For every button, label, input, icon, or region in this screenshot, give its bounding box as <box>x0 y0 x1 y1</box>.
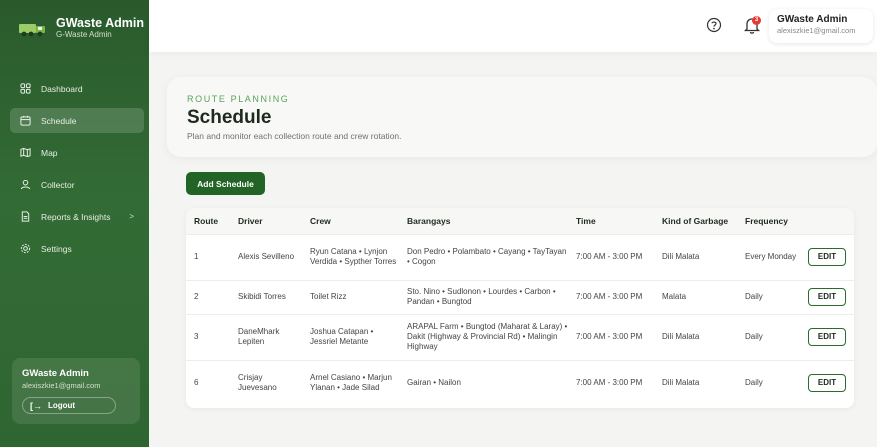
brand-title: GWaste Admin <box>56 16 144 30</box>
cell-garbage: Dili Malata <box>654 359 737 406</box>
sidebar-item-schedule[interactable]: Schedule <box>10 108 144 133</box>
sidebar-item-label: Dashboard <box>41 83 83 94</box>
table-row: 6 Crisjay Juevesano Arnel Casiano • Marj… <box>186 359 854 406</box>
brand-subtitle: G-Waste Admin <box>56 30 112 39</box>
cell-garbage: Dili Malata <box>654 313 737 360</box>
column-header-time: Time <box>568 208 654 234</box>
report-icon <box>20 211 31 222</box>
schedule-table: Route Driver Crew Barangays Time Kind of… <box>186 208 854 408</box>
cell-barangays: Don Pedro • Polambato • Cayang • TayTaya… <box>399 233 568 280</box>
cell-driver: Crisjay Juevesano <box>230 359 302 406</box>
page-eyebrow: ROUTE PLANNING <box>187 94 290 104</box>
column-header-driver: Driver <box>230 208 302 234</box>
profile-name: GWaste Admin <box>22 368 89 379</box>
column-header-actions <box>800 208 854 234</box>
sidebar-item-label: Settings <box>41 243 72 254</box>
notification-badge: 3 <box>752 16 761 25</box>
profile-email: alexiszkie1@gmail.com <box>22 381 101 390</box>
column-header-garbage: Kind of Garbage <box>654 208 737 234</box>
brand[interactable]: GWaste Admin G-Waste Admin <box>0 0 149 56</box>
notifications-button[interactable]: 3 <box>743 15 761 35</box>
cell-crew: Joshua Catapan • Jessriel Metante <box>302 313 399 360</box>
sidebar: GWaste Admin G-Waste Admin Dashboard Sch… <box>0 0 149 447</box>
user-icon <box>20 179 31 190</box>
sidebar-item-map[interactable]: Map <box>10 140 144 165</box>
grid-icon <box>20 83 31 94</box>
logout-label: Logout <box>48 401 76 410</box>
cell-driver: DaneMhark Lepiten <box>230 313 302 360</box>
question-icon[interactable] <box>706 17 722 33</box>
cell-garbage: Malata <box>654 279 737 314</box>
edit-button[interactable]: EDIT <box>808 374 846 393</box>
cell-barangays: Gairan • Nailon <box>399 359 568 406</box>
calendar-icon <box>20 115 31 126</box>
user-name: GWaste Admin <box>777 14 848 25</box>
sidebar-item-label: Schedule <box>41 115 77 126</box>
cell-crew: Ryun Catana • Lynjon Verdida • Sypther T… <box>302 233 399 280</box>
add-schedule-button[interactable]: Add Schedule <box>186 172 265 195</box>
cell-action: EDIT <box>800 279 854 314</box>
cell-action: EDIT <box>800 233 854 280</box>
sidebar-item-label: Reports & Insights <box>41 211 111 222</box>
table-row: 2 Skibidi Torres Toilet Rizz Sto. Nino •… <box>186 279 854 314</box>
sidebar-item-dashboard[interactable]: Dashboard <box>10 76 144 101</box>
table-header-row: Route Driver Crew Barangays Time Kind of… <box>186 208 854 234</box>
edit-button[interactable]: EDIT <box>808 288 846 306</box>
user-menu[interactable]: GWaste Admin alexiszkie1@gmail.com <box>769 9 873 43</box>
edit-button[interactable]: EDIT <box>808 328 846 346</box>
cell-route: 2 <box>186 279 230 314</box>
column-header-crew: Crew <box>302 208 399 234</box>
logout-icon: [→ <box>30 400 42 411</box>
table-row: 3 DaneMhark Lepiten Joshua Catapan • Jes… <box>186 313 854 360</box>
table-row: 1 Alexis Sevilleno Ryun Catana • Lynjon … <box>186 233 854 280</box>
cell-frequency: Daily <box>737 279 800 314</box>
cell-time: 7:00 AM - 3:00 PM <box>568 233 654 280</box>
cell-frequency: Daily <box>737 313 800 360</box>
chevron-right-icon: > <box>129 212 134 221</box>
sidebar-nav: Dashboard Schedule Map Collector Reports… <box>10 76 144 268</box>
cell-driver: Alexis Sevilleno <box>230 233 302 280</box>
sidebar-item-reports[interactable]: Reports & Insights > <box>10 204 144 229</box>
cell-route: 6 <box>186 359 230 406</box>
cell-driver: Skibidi Torres <box>230 279 302 314</box>
gear-icon <box>20 243 31 254</box>
cell-garbage: Dili Malata <box>654 233 737 280</box>
cell-action: EDIT <box>800 359 854 406</box>
cell-frequency: Daily <box>737 359 800 406</box>
cell-crew: Toilet Rizz <box>302 279 399 314</box>
user-email: alexiszkie1@gmail.com <box>777 26 856 35</box>
sidebar-item-settings[interactable]: Settings <box>10 236 144 261</box>
cell-route: 3 <box>186 313 230 360</box>
sidebar-item-label: Map <box>41 147 58 158</box>
column-header-barangays: Barangays <box>399 208 568 234</box>
cell-barangays: ARAPAL Farm • Bungtod (Maharat & Laray) … <box>399 313 568 360</box>
cell-barangays: Sto. Nino • Sudlonon • Lourdes • Carbon … <box>399 279 568 314</box>
cell-route: 1 <box>186 233 230 280</box>
sidebar-item-label: Collector <box>41 179 75 190</box>
profile-card: GWaste Admin alexiszkie1@gmail.com [→ Lo… <box>12 358 140 424</box>
column-header-route: Route <box>186 208 230 234</box>
column-header-frequency: Frequency <box>737 208 800 234</box>
topbar: 3 GWaste Admin alexiszkie1@gmail.com <box>149 0 877 52</box>
map-icon <box>20 147 31 158</box>
sidebar-item-collector[interactable]: Collector <box>10 172 144 197</box>
cell-time: 7:00 AM - 3:00 PM <box>568 313 654 360</box>
cell-action: EDIT <box>800 313 854 360</box>
cell-frequency: Every Monday <box>737 233 800 280</box>
cell-crew: Arnel Casiano • Marjun Ylanan • Jade Sil… <box>302 359 399 406</box>
edit-button[interactable]: EDIT <box>808 248 846 266</box>
cell-time: 7:00 AM - 3:00 PM <box>568 359 654 406</box>
page-subtitle: Plan and monitor each collection route a… <box>187 131 402 141</box>
garbage-truck-icon <box>19 24 45 37</box>
logout-button[interactable]: [→ Logout <box>22 397 116 414</box>
page-title: Schedule <box>187 107 272 128</box>
cell-time: 7:00 AM - 3:00 PM <box>568 279 654 314</box>
page-header: ROUTE PLANNING Schedule Plan and monitor… <box>167 77 877 157</box>
